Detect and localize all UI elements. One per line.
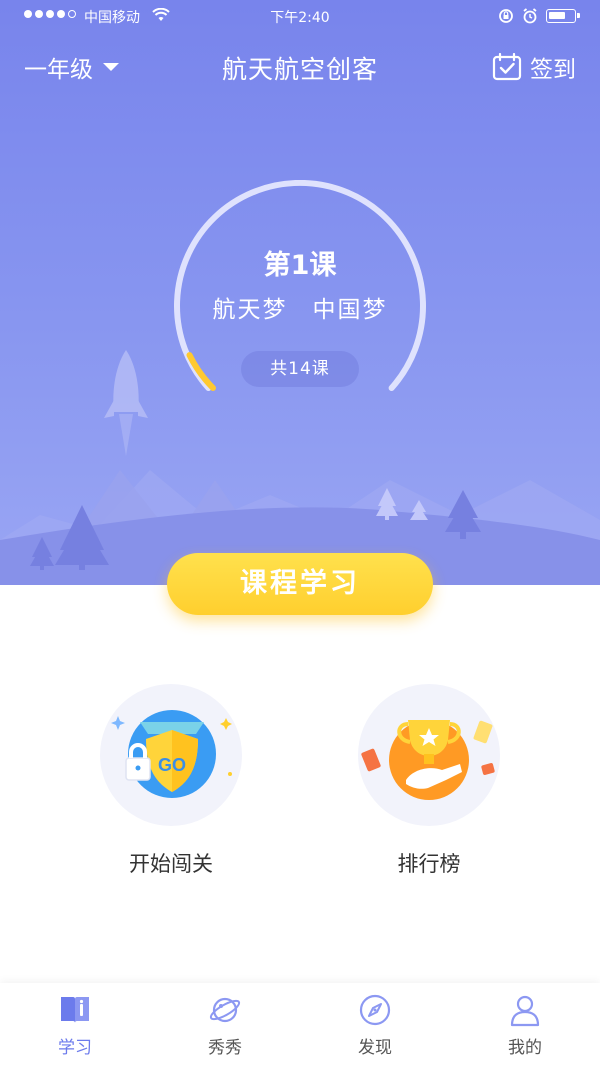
alarm-icon [523, 8, 537, 24]
battery-icon [546, 9, 580, 23]
tab-mine-label: 我的 [508, 1038, 542, 1058]
start-challenge-label: 开始闯关 [129, 852, 213, 876]
leaderboard-tile[interactable]: 排行榜 [357, 684, 501, 878]
bottom-tab-bar: 学习 秀秀 发现 我的 [0, 983, 600, 1067]
lesson-number: 第1课 [263, 250, 337, 281]
tab-show[interactable]: 秀秀 [150, 983, 300, 1067]
user-icon [510, 995, 540, 1027]
trophy-icon [361, 720, 495, 800]
calendar-check-icon [492, 53, 522, 81]
status-bar: 中国移动 下午2:40 [0, 0, 600, 34]
book-icon [61, 997, 89, 1023]
checkin-button[interactable]: 签到 [492, 50, 576, 84]
go-shield-icon: GO [111, 710, 232, 798]
tab-study-label: 学习 [58, 1038, 92, 1058]
go-badge-text: GO [158, 755, 186, 775]
tab-mine[interactable]: 我的 [450, 983, 600, 1067]
lesson-count-badge: 共14课 [241, 351, 359, 387]
app-screen: 中国移动 下午2:40 一年级 航天航空创客 签到 第1课 航天梦 中国梦 共1… [0, 0, 600, 1067]
course-study-button[interactable]: 课程学习 [167, 553, 433, 615]
tab-discover-label: 发现 [358, 1038, 392, 1058]
nav-bar: 一年级 航天航空创客 签到 [0, 40, 600, 94]
tab-show-label: 秀秀 [208, 1038, 242, 1058]
start-challenge-tile[interactable]: GO 开始闯关 [99, 684, 243, 878]
rotation-lock-icon [499, 9, 513, 23]
start-challenge-badge: GO [100, 684, 242, 826]
tab-study[interactable]: 学习 [0, 983, 150, 1067]
checkin-label: 签到 [530, 57, 576, 83]
planet-icon [209, 997, 241, 1023]
lesson-title: 航天梦 中国梦 [212, 297, 388, 323]
leaderboard-badge [358, 684, 500, 826]
compass-icon [359, 994, 391, 1026]
hero-banner: 中国移动 下午2:40 一年级 航天航空创客 签到 第1课 航天梦 中国梦 共1… [0, 0, 600, 585]
leaderboard-label: 排行榜 [397, 852, 461, 876]
tab-discover[interactable]: 发现 [300, 983, 450, 1067]
